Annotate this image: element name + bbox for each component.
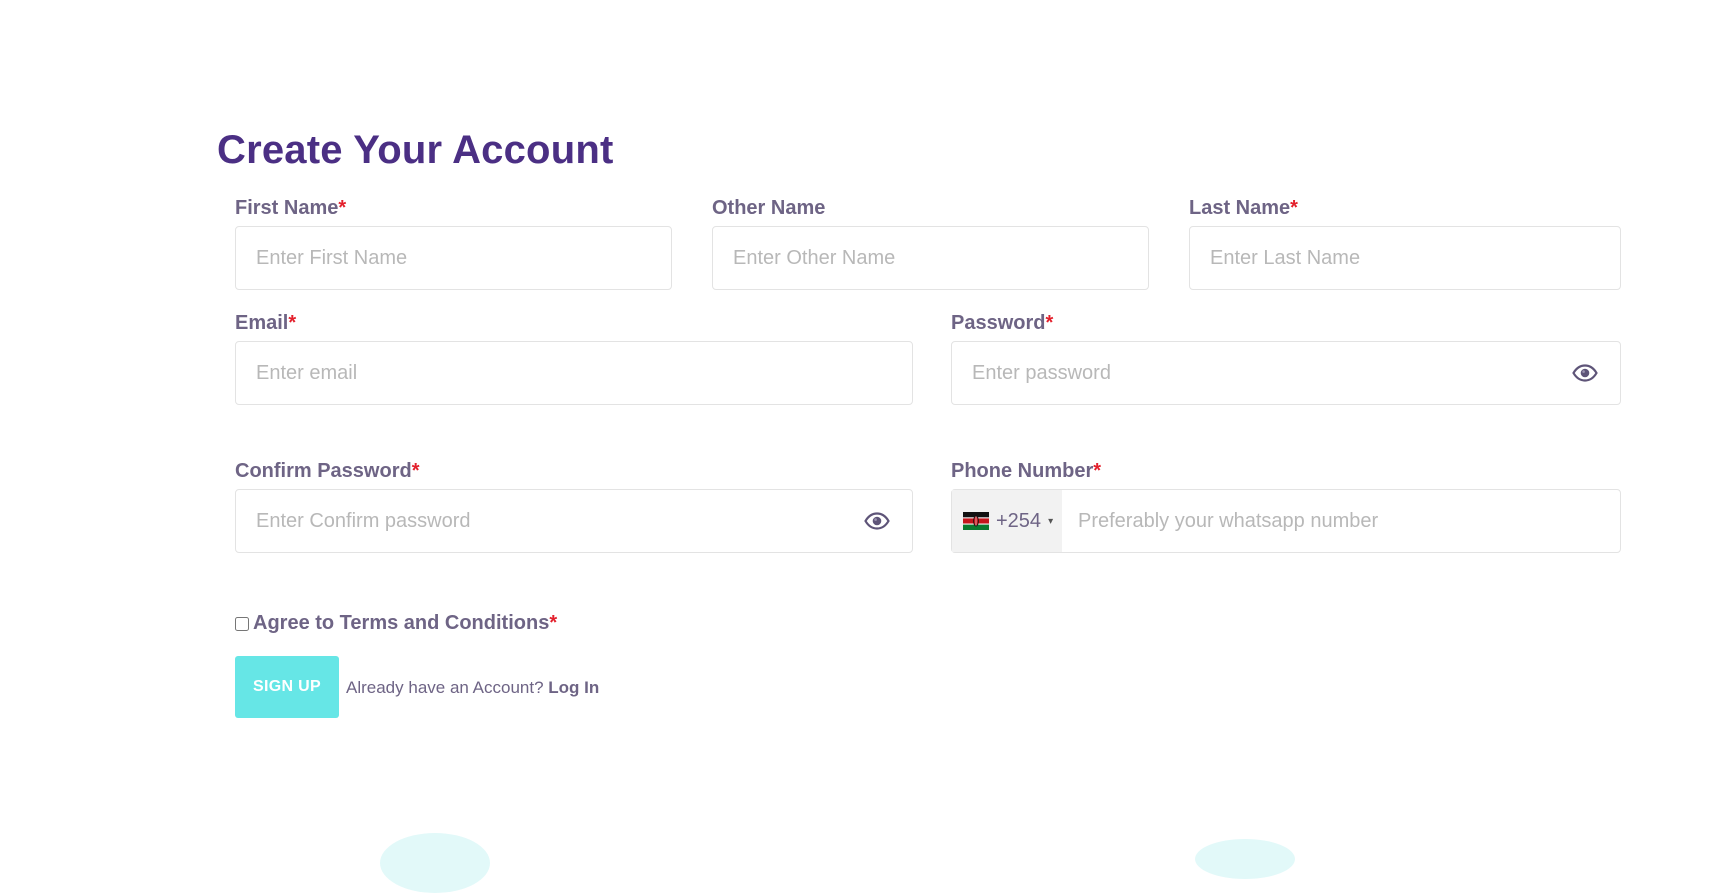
confirm-password-box <box>235 489 913 553</box>
first-name-input[interactable] <box>236 227 671 289</box>
login-prompt-text: Already have an Account? <box>346 678 544 697</box>
login-link[interactable]: Log In <box>548 678 599 697</box>
last-name-input[interactable] <box>1190 227 1620 289</box>
confirm-password-field: Confirm Password* <box>235 459 913 553</box>
other-name-box <box>712 226 1149 290</box>
last-name-label: Last Name* <box>1189 197 1298 219</box>
required-marker: * <box>411 460 420 482</box>
first-name-box <box>235 226 672 290</box>
phone-number-label: Phone Number* <box>951 460 1102 482</box>
last-name-box <box>1189 226 1621 290</box>
login-prompt: Already have an Account? Log In <box>346 678 599 698</box>
terms-row: Agree to Terms and Conditions* <box>235 612 557 635</box>
password-box <box>951 341 1621 405</box>
confirm-password-input[interactable] <box>236 490 912 552</box>
eye-icon[interactable] <box>1572 364 1598 382</box>
required-marker: * <box>549 612 558 634</box>
other-name-field: Other Name <box>712 196 1149 290</box>
terms-checkbox[interactable] <box>235 616 249 631</box>
first-name-field: First Name* <box>235 196 672 290</box>
email-box <box>235 341 913 405</box>
password-label: Password* <box>951 312 1054 334</box>
required-marker: * <box>288 312 297 334</box>
password-input[interactable] <box>952 342 1620 404</box>
other-name-input[interactable] <box>713 227 1148 289</box>
required-marker: * <box>338 197 347 219</box>
required-marker: * <box>1093 460 1102 482</box>
eye-icon[interactable] <box>864 512 890 530</box>
email-field: Email* <box>235 311 913 405</box>
last-name-field: Last Name* <box>1189 196 1621 290</box>
kenya-flag-icon <box>963 512 989 530</box>
phone-number-field: Phone Number* +254 ▾ <box>951 459 1621 553</box>
other-name-label: Other Name <box>712 197 826 219</box>
required-marker: * <box>1045 312 1054 334</box>
country-code-selector[interactable]: +254 ▾ <box>952 490 1062 552</box>
sign-up-button[interactable]: SIGN UP <box>235 656 339 718</box>
dial-code: +254 <box>996 509 1042 532</box>
password-field: Password* <box>951 311 1621 405</box>
first-name-label: First Name* <box>235 197 347 219</box>
decorative-blob-right <box>1195 839 1295 879</box>
required-marker: * <box>1290 197 1298 219</box>
terms-label[interactable]: Agree to Terms and Conditions* <box>253 612 557 635</box>
email-label: Email* <box>235 312 297 334</box>
page-title: Create Your Account <box>217 128 614 172</box>
caret-down-icon: ▾ <box>1048 515 1054 527</box>
confirm-password-label: Confirm Password* <box>235 460 420 482</box>
phone-number-box: +254 ▾ <box>951 489 1621 553</box>
decorative-blob-left <box>380 833 490 893</box>
email-input[interactable] <box>236 342 912 404</box>
phone-number-input[interactable] <box>1062 490 1620 552</box>
